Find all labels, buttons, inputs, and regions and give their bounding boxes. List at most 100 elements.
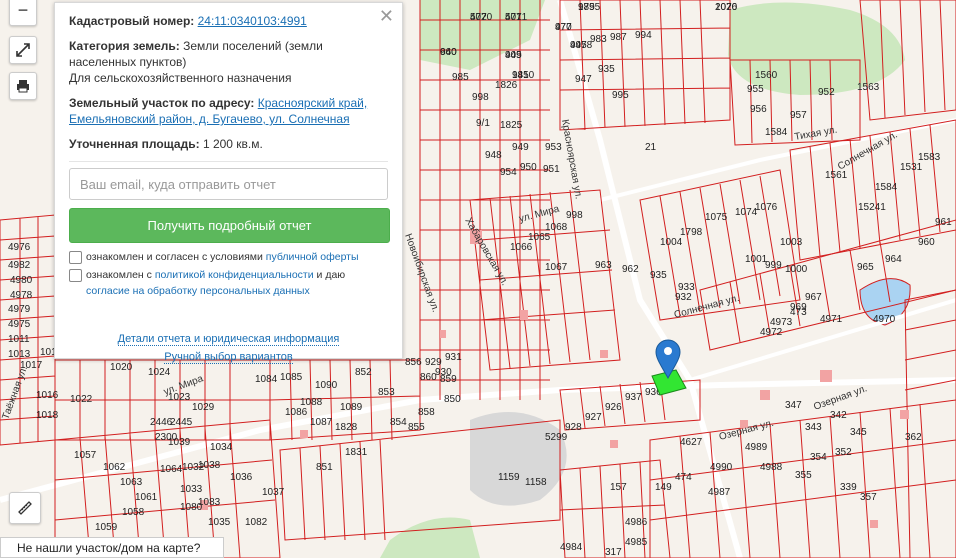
consent-privacy-mid: и даю	[316, 269, 346, 281]
parcel-number-label: 1825	[500, 120, 523, 131]
cadastral-label: Кадастровый номер:	[69, 14, 195, 28]
parcel-number-label: 956	[750, 104, 767, 115]
parcel-number-label: 409	[505, 50, 522, 61]
get-report-button[interactable]: Получить подробный отчет	[69, 208, 390, 243]
details-link[interactable]: Детали отчета и юридическая информация	[117, 333, 340, 346]
parcel-number-label: 932	[675, 292, 692, 303]
parcel-number-label: 1035	[208, 517, 231, 528]
parcel-number-label: 342	[830, 410, 847, 421]
data-processing-link[interactable]: согласие на обработку персональных данны…	[86, 285, 310, 297]
parcel-number-label: 1086	[285, 407, 308, 418]
parcel-number-label: 1084	[255, 374, 278, 385]
parcel-number-label: 347	[785, 400, 802, 411]
not-found-bar[interactable]: Не нашли участок/дом на карте?	[0, 537, 224, 558]
cadastral-row: Кадастровый номер: 24:11:0340103:4991	[69, 13, 388, 29]
consent-privacy-checkbox[interactable]	[69, 269, 82, 282]
parcel-number-label: 928	[565, 422, 582, 433]
parcel-number-label: 1062	[103, 462, 126, 473]
parcel-number-label: 4970	[873, 314, 896, 325]
fullscreen-button[interactable]	[9, 36, 37, 64]
parcel-number-label: 345	[850, 427, 867, 438]
parcel-number-label: 998	[566, 210, 583, 221]
ruler-button[interactable]	[9, 492, 41, 524]
email-input[interactable]	[69, 168, 388, 200]
area-row: Уточненная площадь: 1 200 кв.м.	[69, 136, 388, 152]
ruler-icon	[18, 501, 32, 515]
parcel-number-label: 1584	[875, 182, 898, 193]
parcel-number-label: 1013	[8, 349, 31, 360]
parcel-number-label: 1036	[230, 472, 253, 483]
printer-icon	[17, 80, 29, 93]
parcel-number-label: 471	[505, 12, 522, 23]
parcel-number-label: 858	[418, 407, 435, 418]
parcel-number-label: 999	[765, 260, 782, 271]
parcel-number-label: 935	[650, 270, 667, 281]
parcel-number-label: 995	[612, 90, 629, 101]
parcel-number-label: 985	[452, 72, 469, 83]
parcel-number-label: 927	[585, 412, 602, 423]
print-button[interactable]	[9, 72, 37, 100]
parcel-number-label: 960	[918, 237, 935, 248]
parcel-number-label: 963	[595, 260, 612, 271]
manual-link-row: Ручной выбор вариантов	[69, 349, 388, 365]
parcel-number-label: 470	[555, 22, 572, 33]
parcel-number-label: 1560	[755, 70, 778, 81]
parcel-number-label: 1011	[8, 334, 30, 345]
parcel-number-label: 343	[805, 422, 822, 433]
parcel-number-label: 4627	[680, 437, 703, 448]
parcel-number-label: 4984	[560, 542, 583, 553]
parcel-number-label: 994	[635, 30, 652, 41]
privacy-policy-link[interactable]: политикой конфиденциальности	[155, 269, 314, 281]
parcel-number-label: 965	[857, 262, 874, 273]
parcel-number-label: 851	[316, 462, 333, 473]
parcel-number-label: 926	[605, 402, 622, 413]
parcel-number-label: 362	[905, 432, 922, 443]
public-offer-link[interactable]: публичной оферты	[266, 251, 359, 263]
parcel-number-label: 1066	[510, 242, 533, 253]
parcel-number-label: 1583	[918, 152, 941, 163]
parcel-number-label: 1531	[900, 162, 923, 173]
parcel-number-label: 955	[747, 84, 764, 95]
close-icon[interactable]: ✕	[379, 7, 394, 25]
parcel-number-label: 949	[512, 142, 529, 153]
parcel-number-label: 339	[840, 482, 857, 493]
parcel-number-label: 967	[805, 292, 822, 303]
parcel-number-label: 4989	[745, 442, 768, 453]
parcel-number-label: 1082	[245, 517, 268, 528]
parcel-number-label: 15241	[858, 202, 886, 213]
zoom-out-button[interactable]: −	[9, 0, 37, 26]
parcel-number-label: 1083	[198, 497, 221, 508]
parcel-number-label: 1016	[36, 390, 59, 401]
parcel-number-label: 660	[440, 47, 457, 58]
parcel-number-label: 930	[435, 367, 452, 378]
parcel-number-label: 953	[545, 142, 562, 153]
area-value: 1 200 кв.м.	[202, 137, 263, 151]
area-label: Уточненная площадь:	[69, 137, 200, 151]
parcel-number-label: 4988	[760, 462, 783, 473]
parcel-number-label: 4976	[8, 242, 31, 253]
parcel-number-label: 4979	[8, 304, 31, 315]
parcel-number-label: 1584	[765, 127, 788, 138]
parcel-number-label: 473	[790, 307, 807, 318]
address-label: Земельный участок по адресу:	[69, 96, 255, 110]
parcel-number-label: 987	[610, 32, 627, 43]
cadastral-number-link[interactable]: 24:11:0340103:4991	[198, 14, 307, 28]
divider	[69, 161, 388, 162]
category-row: Категория земель: Земли поселений (земли…	[69, 38, 388, 86]
parcel-number-label: 1067	[545, 262, 568, 273]
parcel-number-label: 950	[520, 162, 537, 173]
parcel-number-label: 850	[444, 394, 461, 405]
consent-offer-checkbox[interactable]	[69, 251, 82, 264]
parcel-number-label: 1039	[168, 437, 191, 448]
manual-select-link[interactable]: Ручной выбор вариантов	[164, 351, 293, 364]
consent-offer[interactable]: ознакомлен и согласен с условиями публич…	[69, 249, 388, 265]
consent-privacy[interactable]: ознакомлен с политикой конфиденциальност…	[69, 267, 388, 299]
parcel-number-label: 964	[885, 254, 902, 265]
parcel-number-label: 4985	[625, 537, 648, 548]
parcel-number-label: 931	[445, 352, 462, 363]
parcel-number-label: 1024	[148, 367, 171, 378]
parcel-number-label: 1090	[315, 380, 338, 391]
parcel-number-label: 4987	[708, 487, 731, 498]
parcel-number-label: 1850	[512, 70, 535, 81]
parcel-number-label: 1063	[120, 477, 143, 488]
